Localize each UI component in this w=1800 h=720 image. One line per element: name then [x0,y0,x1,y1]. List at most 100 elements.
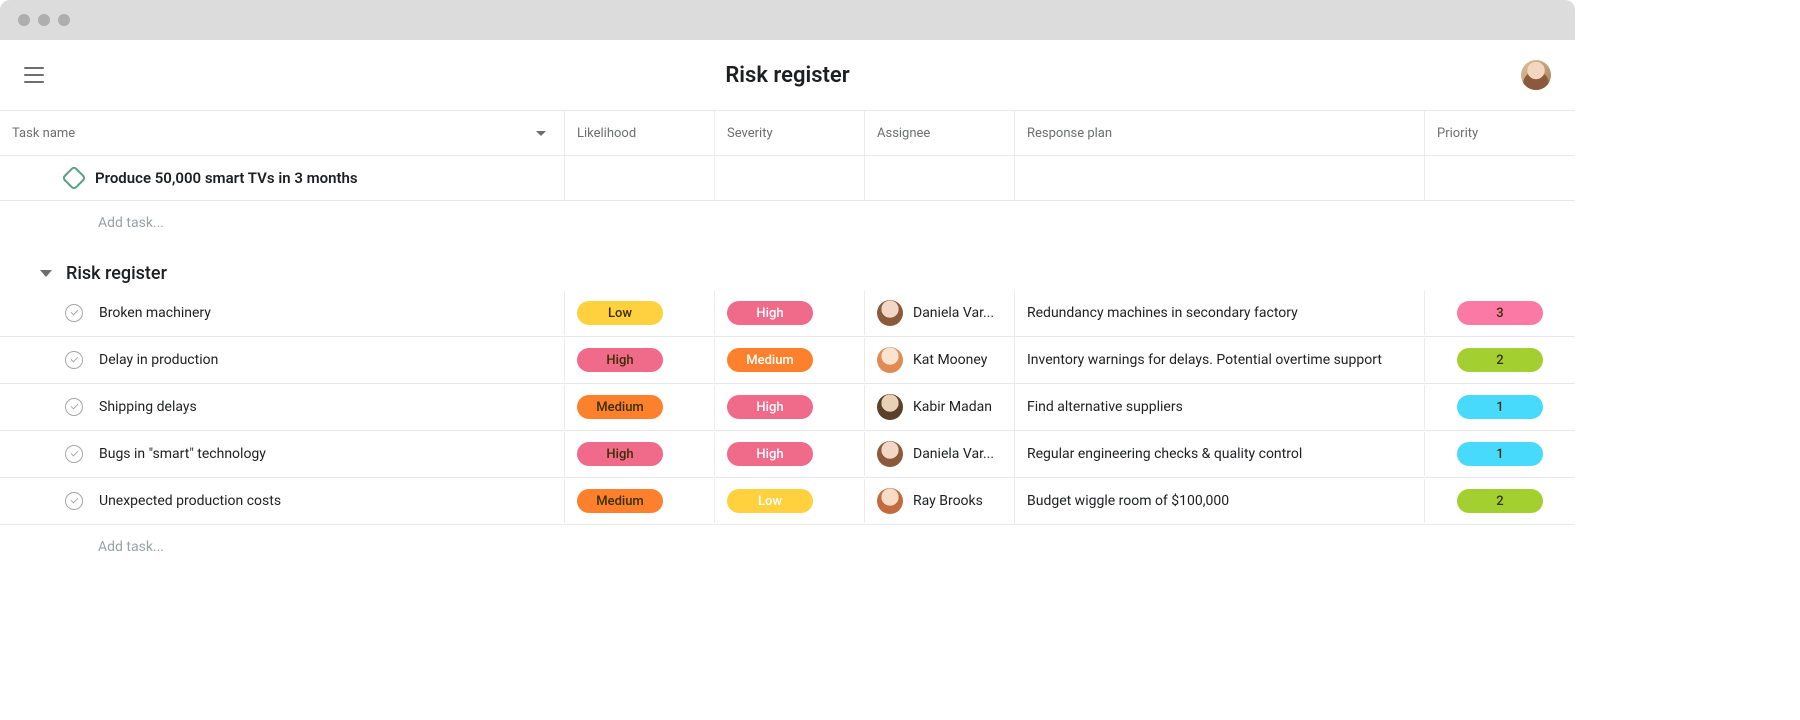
likelihood-pill: Low [577,301,663,325]
add-task-row[interactable]: Add task... [0,525,1575,569]
task-row[interactable]: Broken machinery Low High Daniela Var...… [0,290,1575,337]
window-zoom-icon[interactable] [58,14,70,26]
assignee-name-label: Daniela Var... [913,446,994,462]
complete-check-icon[interactable] [65,398,83,416]
task-name-cell[interactable]: Unexpected production costs [0,479,565,523]
task-name-cell[interactable]: Broken machinery [0,291,565,335]
priority-cell[interactable]: 3 [1425,291,1575,335]
app-header: Risk register [0,40,1575,110]
column-header-likelihood[interactable]: Likelihood [565,111,715,155]
assignee-name-label: Ray Brooks [913,493,983,509]
assignee-name-label: Daniela Var... [913,305,994,321]
assignee-avatar-icon [877,300,903,326]
section-header[interactable]: Risk register [0,245,1575,290]
complete-check-icon[interactable] [65,304,83,322]
likelihood-pill: High [577,348,663,372]
complete-check-icon[interactable] [65,492,83,510]
task-row[interactable]: Delay in production High Medium Kat Moon… [0,337,1575,384]
severity-pill: High [727,395,813,419]
assignee-cell[interactable]: Daniela Var... [865,431,1015,477]
response-text: Redundancy machines in secondary factory [1027,305,1298,321]
severity-cell[interactable]: High [715,291,865,335]
add-task-label[interactable]: Add task... [0,525,565,569]
likelihood-pill: High [577,442,663,466]
column-header-severity[interactable]: Severity [715,111,865,155]
response-cell[interactable]: Inventory warnings for delays. Potential… [1015,338,1425,382]
task-grid: Task name Likelihood Severity Assignee R… [0,110,1575,569]
response-cell[interactable]: Redundancy machines in secondary factory [1015,291,1425,335]
window-close-icon[interactable] [18,14,30,26]
task-name-label: Unexpected production costs [99,493,281,509]
assignee-avatar-icon [877,488,903,514]
task-name-label: Bugs in "smart" technology [99,446,266,462]
window-titlebar [0,0,1575,40]
assignee-avatar-icon [877,394,903,420]
user-avatar[interactable] [1521,60,1551,90]
column-header-row: Task name Likelihood Severity Assignee R… [0,111,1575,156]
task-row[interactable]: Shipping delays Medium High Kabir Madan … [0,384,1575,431]
column-header-task-label: Task name [12,126,75,141]
goal-title: Produce 50,000 smart TVs in 3 months [95,169,358,187]
column-header-task[interactable]: Task name [0,111,565,155]
response-text: Find alternative suppliers [1027,399,1183,415]
priority-pill: 3 [1457,301,1543,325]
add-task-label[interactable]: Add task... [0,201,565,245]
assignee-name-label: Kabir Madan [913,399,992,415]
priority-cell[interactable]: 1 [1425,432,1575,476]
severity-cell[interactable]: High [715,432,865,476]
task-row[interactable]: Bugs in "smart" technology High High Dan… [0,431,1575,478]
priority-cell[interactable]: 2 [1425,338,1575,382]
task-name-label: Shipping delays [99,399,197,415]
likelihood-cell[interactable]: Medium [565,479,715,523]
complete-check-icon[interactable] [65,445,83,463]
response-cell[interactable]: Budget wiggle room of $100,000 [1015,479,1425,523]
add-task-row[interactable]: Add task... [0,201,1575,245]
response-cell[interactable]: Regular engineering checks & quality con… [1015,432,1425,476]
caret-down-icon [40,270,52,277]
likelihood-cell[interactable]: High [565,432,715,476]
assignee-name-label: Kat Mooney [913,352,987,368]
severity-cell[interactable]: Low [715,479,865,523]
severity-cell[interactable]: High [715,385,865,429]
column-header-priority[interactable]: Priority [1425,111,1575,155]
assignee-avatar-icon [877,347,903,373]
section-title: Risk register [66,263,167,284]
priority-pill: 2 [1457,348,1543,372]
task-name-cell[interactable]: Delay in production [0,338,565,382]
likelihood-pill: Medium [577,489,663,513]
assignee-cell[interactable]: Daniela Var... [865,290,1015,336]
assignee-cell[interactable]: Kabir Madan [865,384,1015,430]
likelihood-cell[interactable]: Medium [565,385,715,429]
window-minimize-icon[interactable] [38,14,50,26]
response-text: Inventory warnings for delays. Potential… [1027,352,1382,368]
goal-row[interactable]: Produce 50,000 smart TVs in 3 months [0,156,1575,201]
assignee-cell[interactable]: Ray Brooks [865,478,1015,524]
severity-cell[interactable]: Medium [715,338,865,382]
menu-icon[interactable] [24,67,44,83]
severity-pill: Low [727,489,813,513]
response-cell[interactable]: Find alternative suppliers [1015,385,1425,429]
priority-cell[interactable]: 2 [1425,479,1575,523]
assignee-avatar-icon [877,441,903,467]
response-text: Budget wiggle room of $100,000 [1027,493,1229,509]
task-name-label: Broken machinery [99,305,211,321]
likelihood-cell[interactable]: High [565,338,715,382]
severity-pill: Medium [727,348,813,372]
priority-cell[interactable]: 1 [1425,385,1575,429]
task-name-cell[interactable]: Bugs in "smart" technology [0,432,565,476]
complete-check-icon[interactable] [65,351,83,369]
column-header-response[interactable]: Response plan [1015,111,1425,155]
severity-pill: High [727,442,813,466]
task-name-label: Delay in production [99,352,218,368]
chevron-down-icon [536,131,546,136]
likelihood-cell[interactable]: Low [565,291,715,335]
severity-pill: High [727,301,813,325]
likelihood-pill: Medium [577,395,663,419]
priority-pill: 1 [1457,395,1543,419]
column-header-assignee[interactable]: Assignee [865,111,1015,155]
response-text: Regular engineering checks & quality con… [1027,446,1302,462]
goal-icon [61,165,86,190]
task-name-cell[interactable]: Shipping delays [0,385,565,429]
task-row[interactable]: Unexpected production costs Medium Low R… [0,478,1575,525]
assignee-cell[interactable]: Kat Mooney [865,337,1015,383]
